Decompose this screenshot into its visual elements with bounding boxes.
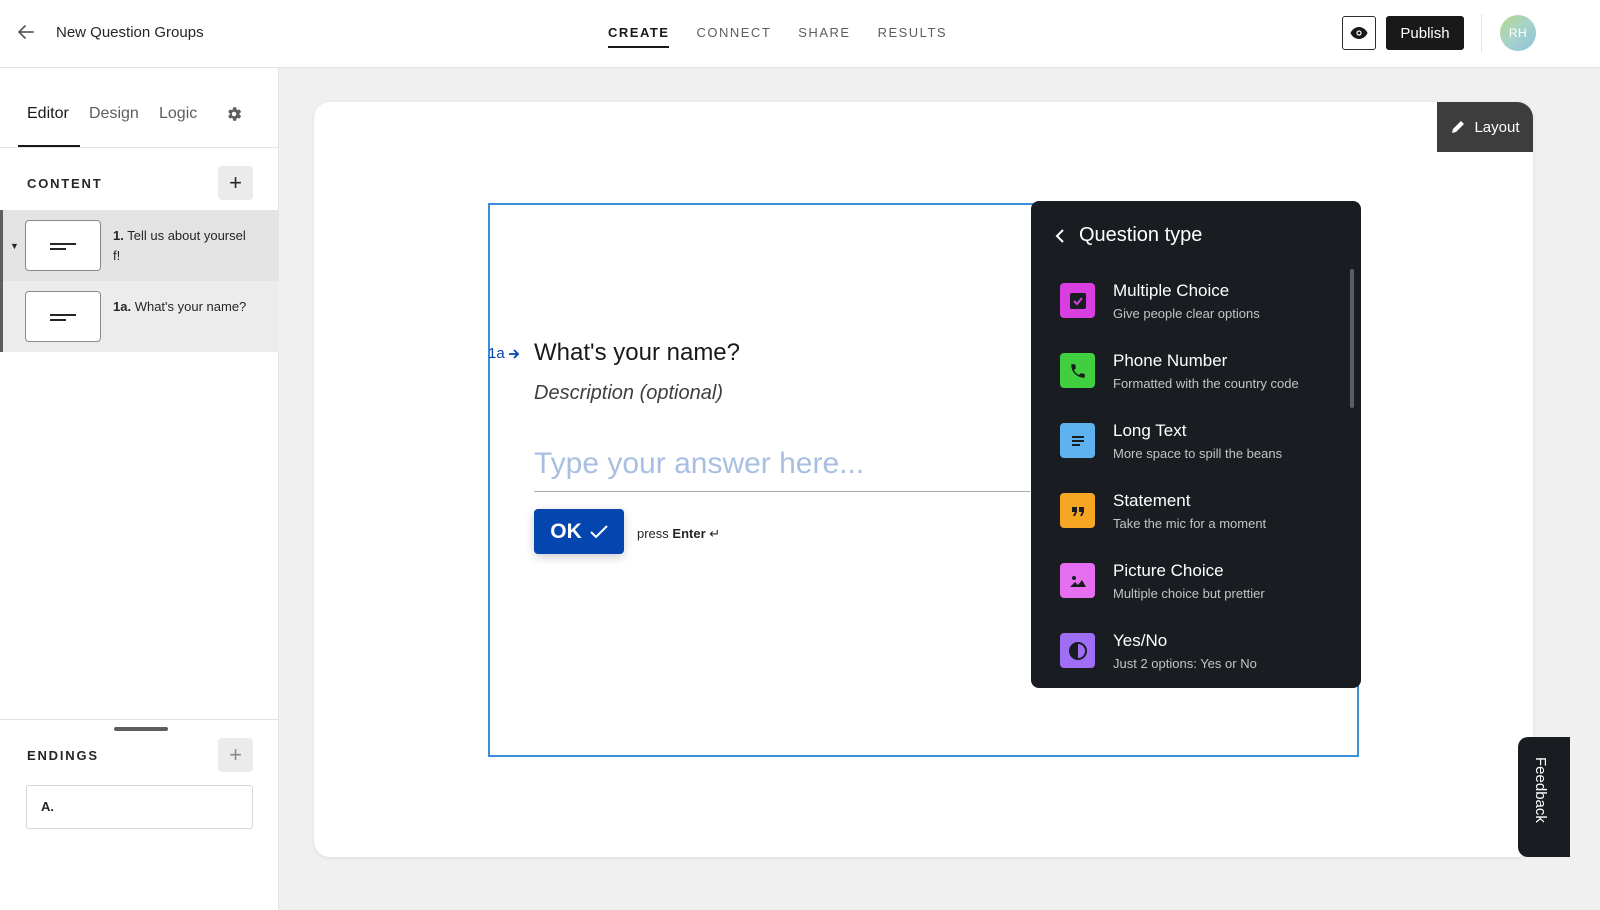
gear-icon[interactable] bbox=[225, 105, 243, 123]
check-icon bbox=[590, 524, 608, 538]
add-ending-button[interactable]: + bbox=[218, 738, 253, 772]
tab-design[interactable]: Design bbox=[89, 105, 139, 123]
short-text-icon bbox=[25, 220, 101, 271]
panel-divider bbox=[0, 719, 279, 720]
question-type-desc: Give people clear options bbox=[1113, 306, 1260, 321]
phone-icon bbox=[1060, 353, 1095, 388]
tab-editor[interactable]: Editor bbox=[27, 105, 69, 123]
question-type-name: Phone Number bbox=[1113, 351, 1228, 370]
question-type-desc: Formatted with the country code bbox=[1113, 376, 1299, 391]
publish-button[interactable]: Publish bbox=[1386, 16, 1464, 50]
question-number-label: 1a bbox=[488, 345, 505, 362]
back-arrow-icon[interactable] bbox=[14, 20, 38, 44]
tab-results[interactable]: RESULTS bbox=[878, 0, 948, 68]
layout-label: Layout bbox=[1474, 118, 1520, 136]
ending-item[interactable]: A. bbox=[26, 785, 253, 829]
question-type-long-text[interactable]: Long Text More space to spill the beans bbox=[1031, 409, 1347, 479]
image-icon bbox=[1060, 563, 1095, 598]
question-item-label: 1. Tell us about yourself! bbox=[113, 226, 248, 266]
tab-create[interactable]: CREATE bbox=[608, 0, 670, 68]
enter-key-icon: ↵ bbox=[709, 526, 721, 541]
question-item-label: 1a. What's your name? bbox=[113, 297, 248, 317]
feedback-label: Feedback bbox=[1532, 757, 1549, 823]
eye-icon bbox=[1350, 27, 1368, 39]
quote-icon bbox=[1060, 493, 1095, 528]
sidebar-tabs: Editor Design Logic bbox=[0, 68, 279, 148]
avatar[interactable]: RH bbox=[1500, 15, 1536, 51]
form-title[interactable]: New Question Groups bbox=[56, 24, 204, 41]
question-type-scrollbar[interactable] bbox=[1350, 269, 1354, 408]
question-item[interactable]: ▼ 1. Tell us about yourself! bbox=[0, 210, 279, 281]
question-type-desc: Just 2 options: Yes or No bbox=[1113, 656, 1257, 671]
checkbox-icon bbox=[1060, 283, 1095, 318]
question-type-name: Yes/No bbox=[1113, 631, 1168, 650]
enter-hint: press Enter ↵ bbox=[637, 526, 720, 542]
active-tab-underline bbox=[18, 145, 80, 147]
question-number: 1a. bbox=[113, 299, 132, 314]
add-content-button[interactable]: + bbox=[218, 166, 253, 200]
question-type-phone-number[interactable]: Phone Number Formatted with the country … bbox=[1031, 339, 1347, 409]
press-label: press bbox=[637, 526, 669, 541]
question-type-yes-no[interactable]: Yes/No Just 2 options: Yes or No bbox=[1031, 619, 1347, 688]
ok-label: OK bbox=[550, 519, 582, 543]
question-type-multiple-choice[interactable]: Multiple Choice Give people clear option… bbox=[1031, 269, 1347, 339]
layout-button[interactable]: Layout bbox=[1437, 102, 1533, 152]
tab-share[interactable]: SHARE bbox=[798, 0, 850, 68]
lines-icon bbox=[1060, 423, 1095, 458]
question-text: Tell us about yourself! bbox=[113, 228, 246, 263]
question-type-header[interactable]: Question type bbox=[1055, 224, 1202, 247]
question-type-desc: Multiple choice but prettier bbox=[1113, 586, 1265, 601]
ok-button[interactable]: OK bbox=[534, 509, 624, 554]
preview-button[interactable] bbox=[1342, 16, 1376, 50]
collapse-caret-icon[interactable]: ▼ bbox=[10, 241, 19, 251]
tab-connect[interactable]: CONNECT bbox=[696, 0, 771, 68]
question-type-name: Picture Choice bbox=[1113, 561, 1224, 580]
question-type-desc: Take the mic for a moment bbox=[1113, 516, 1267, 531]
chevron-left-icon bbox=[1055, 228, 1064, 243]
contrast-icon bbox=[1060, 633, 1095, 668]
question-type-desc: More space to spill the beans bbox=[1113, 446, 1283, 461]
selection-bar bbox=[0, 281, 3, 352]
feedback-tab[interactable]: Feedback bbox=[1518, 737, 1570, 857]
question-item[interactable]: 1a. What's your name? bbox=[0, 281, 279, 352]
main-nav: CREATE CONNECT SHARE RESULTS bbox=[608, 0, 974, 68]
question-type-statement[interactable]: Statement Take the mic for a moment bbox=[1031, 479, 1347, 549]
question-number-badge: 1a bbox=[488, 345, 520, 362]
tab-logic[interactable]: Logic bbox=[159, 105, 197, 123]
resize-handle[interactable] bbox=[114, 727, 168, 731]
divider bbox=[1481, 14, 1482, 52]
question-type-name: Statement bbox=[1113, 491, 1191, 510]
endings-label: ENDINGS bbox=[27, 748, 99, 763]
content-label: CONTENT bbox=[27, 176, 103, 191]
question-number: 1. bbox=[113, 228, 124, 243]
question-type-name: Long Text bbox=[1113, 421, 1187, 440]
arrow-right-icon bbox=[508, 348, 519, 359]
selection-bar bbox=[0, 210, 3, 281]
question-description[interactable]: Description (optional) bbox=[534, 382, 723, 405]
short-text-icon bbox=[25, 291, 101, 342]
enter-label: Enter bbox=[672, 526, 706, 541]
question-type-picture-choice[interactable]: Picture Choice Multiple choice but prett… bbox=[1031, 549, 1347, 619]
answer-input[interactable]: Type your answer here... bbox=[534, 447, 1030, 492]
top-bar: New Question Groups CREATE CONNECT SHARE… bbox=[0, 0, 1600, 68]
pencil-icon bbox=[1452, 121, 1465, 133]
question-type-name: Multiple Choice bbox=[1113, 281, 1230, 300]
question-title[interactable]: What's your name? bbox=[534, 339, 740, 367]
question-type-panel: Question type Multiple Choice Give peopl… bbox=[1031, 201, 1361, 688]
question-type-title: Question type bbox=[1079, 224, 1203, 246]
sidebar: Editor Design Logic CONTENT + ▼ 1. Tell … bbox=[0, 68, 279, 910]
question-text: What's your name? bbox=[134, 299, 247, 314]
